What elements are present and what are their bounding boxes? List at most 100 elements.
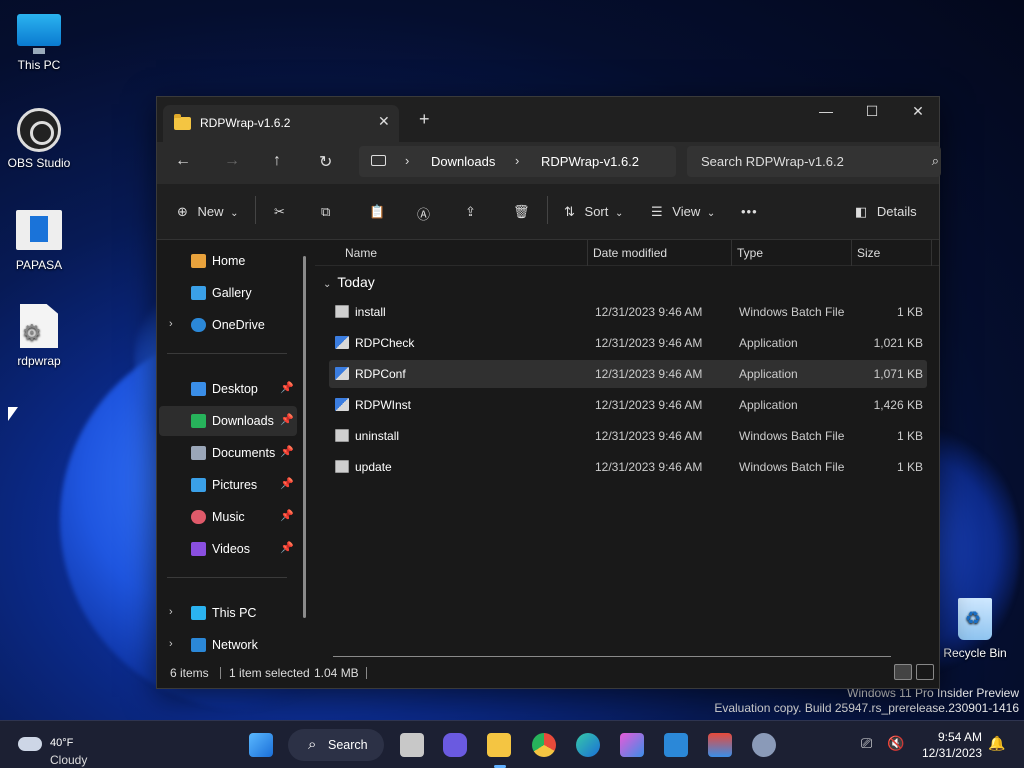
desktop-icon [191,382,206,396]
search-input[interactable]: Search RDPWrap-v1.6.2 ⌕ [687,146,941,177]
copy-button[interactable]: ⧉ [321,204,330,220]
file-type: Application [739,336,798,350]
toolbar-divider [255,196,256,224]
column-header-type[interactable]: Type [737,246,763,260]
new-button[interactable]: ⊕ New ⌄ [177,204,239,220]
breadcrumb-separator[interactable]: › [515,153,519,168]
papasa-icon [16,210,62,250]
edge-icon[interactable] [576,733,600,757]
file-row-rdpconf[interactable]: RDPConf 12/31/2023 9:46 AM Application 1… [329,360,927,388]
sidebar-item-network[interactable]: › Network [159,630,297,660]
file-row-update[interactable]: update 12/31/2023 9:46 AM Windows Batch … [329,453,927,481]
network-icon[interactable]: ⎚ [861,735,872,752]
file-row-rdpwinst[interactable]: RDPWInst 12/31/2023 9:46 AM Application … [329,391,927,419]
file-type: Application [739,367,798,381]
maximize-button[interactable]: ☐ [849,103,895,120]
settings-icon[interactable] [752,733,776,757]
tab-rdpwrap[interactable]: RDPWrap-v1.6.2 ✕ [163,105,399,142]
toolbar-divider [547,196,548,224]
this-pc-icon[interactable] [371,155,386,166]
sidebar-item-label: Downloads [212,414,274,428]
desktop-icon-obs-studio[interactable]: OBS Studio [0,106,79,170]
sidebar-item-this-pc[interactable]: › This PC [159,598,297,628]
batch-file-icon [335,305,349,318]
refresh-button[interactable]: ↻ [319,152,332,172]
sidebar-scrollbar[interactable] [303,256,306,618]
breadcrumb[interactable]: › Downloads › RDPWrap-v1.6.2 [359,146,676,177]
tab-title: RDPWrap-v1.6.2 [200,116,291,130]
sidebar-item-gallery[interactable]: Gallery [159,278,297,308]
delete-button[interactable]: 🗑 [513,204,530,220]
file-row-uninstall[interactable]: uninstall 12/31/2023 9:46 AM Windows Bat… [329,422,927,450]
sidebar-item-documents[interactable]: Documents 📌 [159,438,297,468]
column-divider[interactable] [931,240,932,266]
close-window-button[interactable]: ✕ [895,103,941,120]
paste-button[interactable]: 📋 [369,204,385,220]
column-divider[interactable] [851,240,852,266]
tab-close-button[interactable]: ✕ [378,113,390,130]
volume-muted-icon[interactable]: 🔇 [887,735,904,752]
file-row-install[interactable]: install 12/31/2023 9:46 AM Windows Batch… [329,298,927,326]
sidebar-item-music[interactable]: Music 📌 [159,502,297,532]
desktop-icon-rdpwrap[interactable]: rdpwrap [0,302,79,368]
sidebar-item-home[interactable]: Home [159,246,297,276]
desktop-icon-this-pc[interactable]: This PC [0,8,79,72]
mail-icon[interactable] [664,733,688,757]
taskbar-search[interactable]: ⌕ Search [288,729,384,761]
chevron-right-icon[interactable]: › [169,638,173,650]
rename-button[interactable]: Ⓐ [417,204,430,223]
system-clock[interactable]: 9:54 AM 12/31/2023 [916,729,982,761]
column-divider[interactable] [731,240,732,266]
sidebar-item-downloads[interactable]: Downloads 📌 [159,406,297,436]
sidebar-item-desktop[interactable]: Desktop 📌 [159,374,297,404]
column-divider[interactable] [587,240,588,266]
sidebar-item-videos[interactable]: Videos 📌 [159,534,297,564]
application-icon [335,367,349,380]
up-button[interactable]: ↑ [273,152,281,170]
start-button[interactable] [249,733,273,757]
file-explorer-icon[interactable] [487,733,511,757]
store-icon[interactable] [708,733,732,757]
column-header-date[interactable]: Date modified [593,246,667,260]
chevron-right-icon[interactable]: › [169,318,173,330]
file-row-rdpcheck[interactable]: RDPCheck 12/31/2023 9:46 AM Application … [329,329,927,357]
new-tab-button[interactable]: + [419,109,430,130]
gallery-icon [191,286,206,300]
chevron-right-icon[interactable]: › [169,606,173,618]
sidebar-item-label: Home [212,254,246,268]
chrome-icon[interactable] [532,733,556,757]
new-button-label: New [197,204,224,219]
breadcrumb-separator[interactable]: › [405,153,409,168]
watermark-line: Evaluation copy. Build 25947.rs_prerelea… [714,701,1019,715]
column-header-size[interactable]: Size [857,246,880,260]
breadcrumb-downloads[interactable]: Downloads [431,154,495,169]
downloads-icon [191,414,206,428]
address-bar-row: ← → ↑ ↻ › Downloads › RDPWrap-v1.6.2 Sea… [157,142,941,184]
sidebar-item-pictures[interactable]: Pictures 📌 [159,470,297,500]
home-icon [191,254,206,268]
minimize-button[interactable]: — [803,103,849,119]
sidebar-item-onedrive[interactable]: › OneDrive [159,310,297,340]
details-pane-button[interactable]: ◧ Details [855,204,917,220]
sidebar-item-label: Documents [212,446,276,460]
task-view-icon[interactable] [400,733,424,757]
details-view-button[interactable] [894,664,912,680]
title-bar[interactable]: RDPWrap-v1.6.2 ✕ + — ☐ ✕ [157,97,939,142]
share-button[interactable]: ⇪ [465,204,476,220]
desktop-icon-recycle-bin[interactable]: Recycle Bin [935,594,1015,660]
tiles-view-button[interactable] [916,664,934,680]
breadcrumb-rdpwrap[interactable]: RDPWrap-v1.6.2 [541,154,639,169]
column-header-name[interactable]: Name [345,246,377,260]
status-divider [366,667,367,679]
meet-icon[interactable] [443,733,467,757]
cut-button[interactable]: ✂ [274,204,285,220]
view-button[interactable]: ☰ View ⌄ [651,204,715,220]
forward-button[interactable]: → [224,152,240,170]
group-header-today[interactable]: ⌄ Today [323,274,375,290]
desktop-icon-papasa[interactable]: PAPASA [0,206,79,272]
more-options-button[interactable]: ••• [741,204,758,219]
back-button[interactable]: ← [175,152,191,170]
sort-button[interactable]: ⇅ Sort ⌄ [564,204,623,220]
notification-bell-icon[interactable]: 🔔 [988,735,1005,752]
copilot-icon[interactable] [620,733,644,757]
